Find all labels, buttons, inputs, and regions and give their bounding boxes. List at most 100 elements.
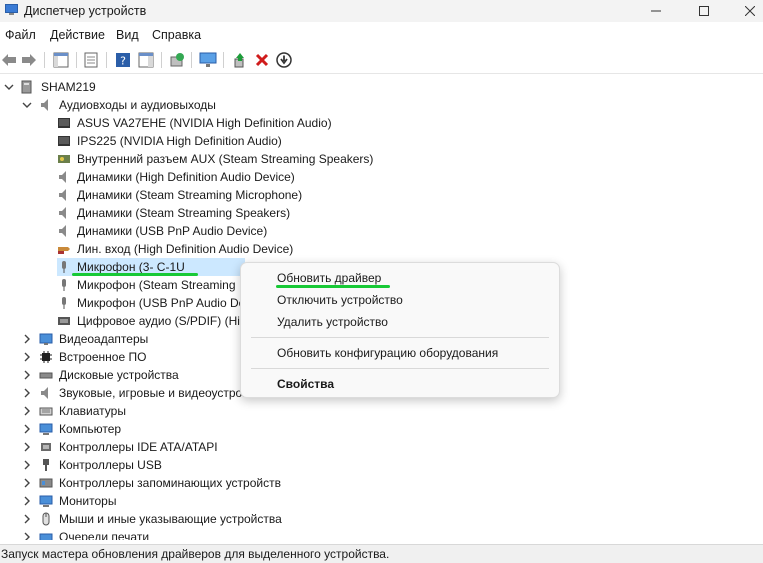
- speaker-icon: [57, 188, 71, 202]
- context-uninstall-device[interactable]: Удалить устройство: [277, 315, 388, 329]
- chevron-right-icon[interactable]: [21, 423, 33, 435]
- display-audio-icon: [57, 134, 71, 148]
- tree-category[interactable]: Контроллеры IDE ATA/ATAPI: [21, 438, 218, 456]
- annotation-underline: [72, 273, 198, 276]
- back-button[interactable]: [0, 51, 18, 69]
- speaker-icon: [39, 98, 53, 112]
- minimize-icon: [651, 10, 661, 12]
- device-manager-icon: [5, 4, 18, 15]
- maximize-icon: [699, 6, 709, 16]
- keyboard-icon: [39, 404, 53, 418]
- help-button[interactable]: ?: [114, 51, 132, 69]
- tree-category[interactable]: Клавиатуры: [21, 402, 126, 420]
- tree-category[interactable]: Мониторы: [21, 492, 116, 510]
- toolbar: ?: [0, 47, 763, 74]
- tree-item[interactable]: Динамики (USB PnP Audio Device): [57, 222, 267, 240]
- tree-category[interactable]: Дисковые устройства: [21, 366, 179, 384]
- context-update-driver[interactable]: Обновить драйвер: [277, 271, 381, 285]
- chevron-right-icon[interactable]: [21, 387, 33, 399]
- tree-category[interactable]: Компьютер: [21, 420, 121, 438]
- tree-root[interactable]: SHAM219: [3, 78, 96, 96]
- red-x-icon: [255, 53, 269, 67]
- tree-category[interactable]: Очереди печати: [21, 528, 149, 540]
- speaker-icon: [57, 224, 71, 238]
- chevron-right-icon[interactable]: [21, 495, 33, 507]
- chevron-right-icon[interactable]: [21, 477, 33, 489]
- microphone-icon: [57, 278, 71, 292]
- maximize-button[interactable]: [681, 0, 727, 22]
- action-pane-button[interactable]: [137, 51, 155, 69]
- tree-item[interactable]: Внутренний разъем AUX (Steam Streaming S…: [57, 150, 373, 168]
- tree-item[interactable]: Динамики (High Definition Audio Device): [57, 168, 295, 186]
- chevron-right-icon[interactable]: [21, 459, 33, 471]
- context-disable-device[interactable]: Отключить устройство: [277, 293, 403, 307]
- tree-item[interactable]: Динамики (Steam Streaming Speakers): [57, 204, 290, 222]
- help-icon: ?: [116, 53, 130, 68]
- tree-item[interactable]: Динамики (Steam Streaming Microphone): [57, 186, 302, 204]
- speaker-icon: [57, 170, 71, 184]
- menu-help[interactable]: Справка: [152, 28, 201, 42]
- menu-view[interactable]: Вид: [116, 28, 139, 42]
- properties-sheet-icon: [84, 52, 98, 68]
- monitor-icon: [39, 494, 53, 508]
- console-tree-icon: [53, 52, 69, 68]
- chevron-right-icon[interactable]: [21, 441, 33, 453]
- chevron-right-icon[interactable]: [21, 531, 33, 540]
- tree-group-audio[interactable]: Аудиовходы и аудиовыходы: [21, 96, 216, 114]
- annotation-underline: [276, 285, 390, 288]
- chevron-right-icon[interactable]: [21, 333, 33, 345]
- print-queue-icon: [39, 530, 53, 540]
- tree-item[interactable]: IPS225 (NVIDIA High Definition Audio): [57, 132, 282, 150]
- chevron-right-icon[interactable]: [21, 369, 33, 381]
- microphone-icon: [57, 296, 71, 310]
- uninstall-device-button[interactable]: [253, 51, 271, 69]
- tree-category[interactable]: Контроллеры запоминающих устройств: [21, 474, 281, 492]
- update-driver-toolbar-button[interactable]: [168, 51, 186, 69]
- add-driver-button[interactable]: [231, 51, 249, 69]
- menu-file[interactable]: Файл: [5, 28, 36, 42]
- scan-hardware-button[interactable]: [199, 51, 217, 69]
- enable-device-button[interactable]: [275, 51, 293, 69]
- tree-category[interactable]: Мыши и иные указывающие устройства: [21, 510, 282, 528]
- context-scan-hardware[interactable]: Обновить конфигурацию оборудования: [277, 346, 498, 360]
- show-hide-tree-button[interactable]: [52, 51, 70, 69]
- arrow-right-icon: [22, 54, 36, 66]
- tree-category[interactable]: Встроенное ПО: [21, 348, 146, 366]
- computer-icon: [21, 80, 35, 94]
- context-properties[interactable]: Свойства: [277, 377, 334, 391]
- minimize-button[interactable]: [633, 0, 679, 22]
- update-driver-icon: [170, 53, 184, 67]
- action-pane-icon: [138, 52, 154, 68]
- ide-controller-icon: [39, 440, 53, 454]
- tree-category[interactable]: Контроллеры USB: [21, 456, 162, 474]
- tree-item[interactable]: Цифровое аудио (S/PDIF) (Hig: [57, 312, 247, 330]
- chevron-right-icon[interactable]: [21, 405, 33, 417]
- monitor-scan-icon: [199, 52, 217, 67]
- chevron-right-icon[interactable]: [21, 513, 33, 525]
- chevron-down-icon[interactable]: [3, 81, 15, 93]
- add-hardware-icon: [234, 53, 244, 68]
- usb-icon: [39, 458, 53, 472]
- tree-item[interactable]: Микрофон (USB PnP Audio De: [57, 294, 245, 312]
- disk-drive-icon: [39, 368, 53, 382]
- chevron-right-icon[interactable]: [21, 351, 33, 363]
- tree-item[interactable]: Микрофон (Steam Streaming: [57, 276, 236, 294]
- tree-item[interactable]: ASUS VA27EHE (NVIDIA High Definition Aud…: [57, 114, 332, 132]
- tree-item[interactable]: Лин. вход (High Definition Audio Device): [57, 240, 293, 258]
- title-bar: Диспетчер устройств: [0, 0, 763, 22]
- menu-action[interactable]: Действие: [50, 28, 105, 42]
- chevron-down-icon[interactable]: [21, 99, 33, 111]
- properties-button[interactable]: [82, 51, 100, 69]
- display-adapter-icon: [39, 332, 53, 346]
- status-text: Запуск мастера обновления драйверов для …: [1, 547, 390, 561]
- digital-audio-icon: [57, 314, 71, 328]
- tree-category[interactable]: Звуковые, игровые и видеоустройства: [21, 384, 273, 402]
- forward-button[interactable]: [20, 51, 38, 69]
- aux-jack-icon: [57, 152, 71, 166]
- speaker-icon: [39, 386, 53, 400]
- mouse-icon: [39, 512, 53, 526]
- context-menu: Обновить драйвер Отключить устройство Уд…: [240, 262, 560, 398]
- tree-category[interactable]: Видеоадаптеры: [21, 330, 148, 348]
- close-button[interactable]: [727, 0, 763, 22]
- computer-monitor-icon: [39, 422, 53, 436]
